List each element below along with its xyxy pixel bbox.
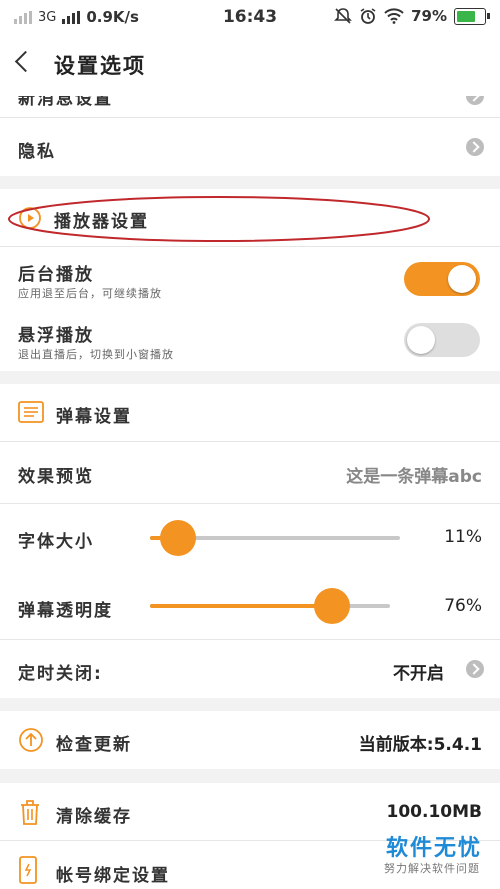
battery-percent: 79% bbox=[411, 7, 447, 25]
chevron-right-icon bbox=[466, 660, 484, 678]
wifi-icon bbox=[384, 8, 404, 24]
bg-play-row: 后台播放 应用退至后台，可继续播放 bbox=[0, 247, 500, 309]
slider-fill bbox=[150, 604, 333, 608]
font-size-row: 字体大小 11% bbox=[0, 504, 500, 572]
danmaku-section-title: 弹幕设置 bbox=[56, 407, 132, 427]
version-value: 当前版本:5.4.1 bbox=[358, 735, 482, 755]
opacity-label: 弹幕透明度 bbox=[18, 601, 113, 621]
trash-icon bbox=[21, 800, 39, 825]
opacity-slider[interactable] bbox=[150, 588, 390, 624]
phone-icon bbox=[19, 856, 37, 884]
float-play-row: 悬浮播放 退出直播后，切换到小窗播放 bbox=[0, 309, 500, 371]
float-play-toggle[interactable] bbox=[404, 323, 480, 357]
timer-value: 不开启 bbox=[393, 664, 444, 684]
danmaku-icon bbox=[18, 401, 44, 423]
status-bar: 3G 0.9K/s 16:43 79% bbox=[0, 0, 500, 34]
update-label: 检查更新 bbox=[56, 735, 132, 755]
upgrade-icon bbox=[19, 728, 43, 752]
status-right: 79% bbox=[334, 7, 490, 25]
alarm-icon bbox=[360, 8, 376, 24]
watermark-subtitle: 努力解决软件问题 bbox=[384, 862, 480, 875]
chevron-right-icon bbox=[466, 138, 484, 156]
chevron-right-icon bbox=[466, 96, 484, 105]
account-label: 帐号绑定设置 bbox=[56, 866, 170, 886]
timer-label: 定时关闭: bbox=[18, 664, 103, 684]
red-ellipse-annotation bbox=[8, 196, 430, 242]
font-size-label: 字体大小 bbox=[18, 532, 94, 552]
bg-play-label: 后台播放 bbox=[18, 265, 94, 285]
font-size-value: 11% bbox=[444, 527, 482, 547]
privacy-label: 隐私 bbox=[18, 142, 56, 162]
slider-handle[interactable] bbox=[314, 588, 351, 624]
danmaku-section-header: 弹幕设置 bbox=[0, 384, 500, 442]
title-bar: 设置选项 bbox=[0, 34, 500, 96]
opacity-value: 76% bbox=[444, 596, 482, 616]
page-title: 设置选项 bbox=[54, 54, 146, 78]
float-play-desc: 退出直播后，切换到小窗播放 bbox=[18, 348, 174, 361]
timer-row[interactable]: 定时关闭: 不开启 bbox=[0, 640, 500, 698]
partial-row-label: 新消息设置 bbox=[18, 96, 113, 109]
toggle-knob bbox=[407, 326, 435, 354]
opacity-row: 弹幕透明度 76% bbox=[0, 572, 500, 640]
float-play-label: 悬浮播放 bbox=[18, 326, 94, 346]
font-size-slider[interactable] bbox=[150, 520, 400, 556]
slider-handle[interactable] bbox=[159, 520, 196, 556]
battery-icon bbox=[454, 7, 490, 25]
cache-value: 100.10MB bbox=[386, 802, 482, 822]
update-row[interactable]: 检查更新 当前版本:5.4.1 bbox=[0, 711, 500, 769]
mute-icon bbox=[334, 8, 353, 24]
bg-play-desc: 应用退至后台，可继续播放 bbox=[18, 287, 162, 300]
toggle-knob bbox=[448, 265, 476, 293]
preview-label: 效果预览 bbox=[18, 467, 94, 487]
cache-label: 清除缓存 bbox=[56, 807, 132, 827]
preview-row: 效果预览 这是一条弹幕abc bbox=[0, 442, 500, 504]
bg-play-toggle[interactable] bbox=[404, 262, 480, 296]
watermark-title: 软件无忧 bbox=[385, 836, 482, 861]
preview-value: 这是一条弹幕abc bbox=[346, 467, 482, 487]
player-section-header: 播放器设置 bbox=[0, 189, 500, 247]
back-arrow-icon[interactable] bbox=[14, 50, 37, 73]
privacy-row[interactable]: 隐私 bbox=[0, 118, 500, 176]
partial-row[interactable]: 新消息设置 bbox=[0, 96, 500, 118]
